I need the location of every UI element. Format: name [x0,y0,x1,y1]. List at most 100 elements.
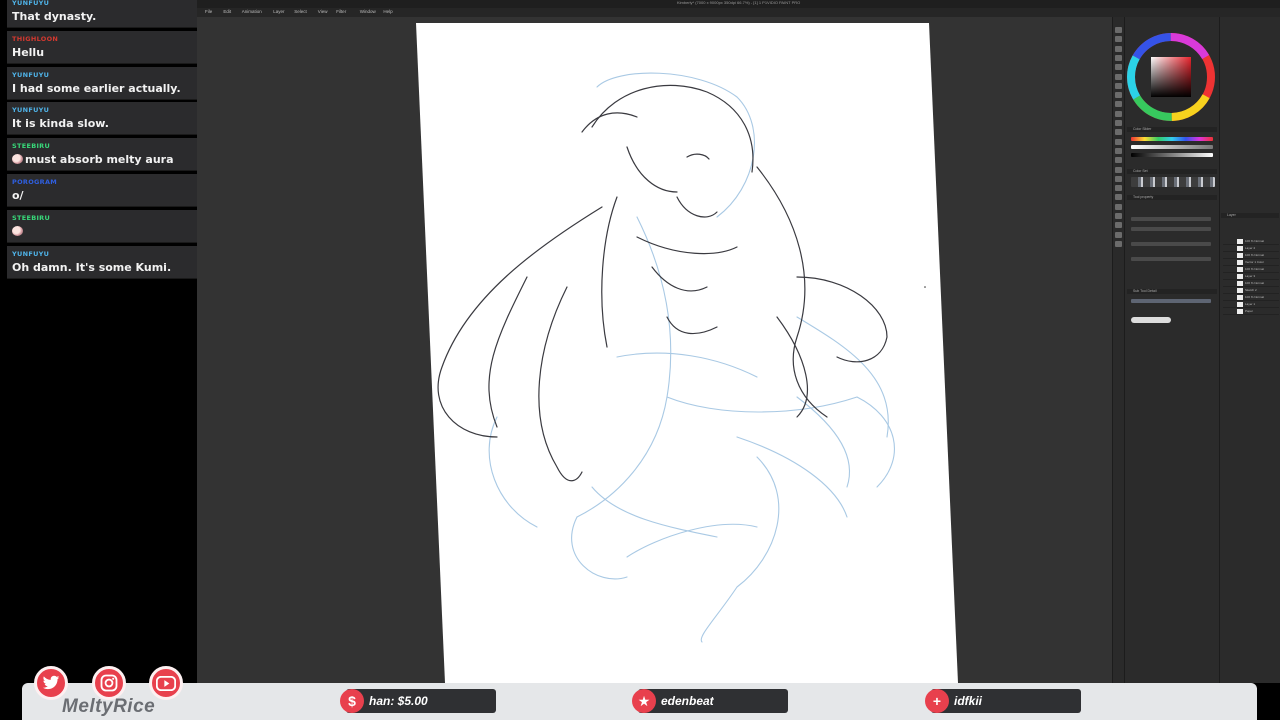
menu-item-edit[interactable]: Edit [223,9,231,14]
chat-text: I had some earlier actually. [12,81,181,95]
canvas-sketch[interactable] [197,17,1112,683]
saturation-slider[interactable] [1131,145,1213,149]
tool-button-icon[interactable] [1115,194,1122,201]
tool-button-icon[interactable] [1115,54,1122,61]
donation-label: han: $5.00 [369,694,428,708]
layer-row[interactable]: 100 % Normal [1223,239,1279,245]
instagram-button[interactable] [92,666,126,700]
menu-item-file[interactable]: File [205,9,212,14]
chat-emote-icon [12,154,23,165]
user-plus-icon: + [925,689,949,713]
layer-row[interactable]: Layer 3 [1223,274,1279,280]
tool-button-icon[interactable] [1115,27,1122,33]
layer-name: 100 % Normal [1245,253,1265,257]
layer-thumbnail [1237,260,1243,265]
menu-item-animation[interactable]: Animation [242,9,262,14]
sub-tool-selected[interactable] [1131,299,1211,303]
layer-thumbnail [1237,281,1243,286]
layer-panel-header: Layer [1221,213,1279,218]
layer-row[interactable]: 100 % Normal [1223,253,1279,259]
layer-name: Layer 1 [1245,302,1256,306]
chat-username: YUNFUYU [12,249,50,258]
menu-item-view[interactable]: View [318,9,328,14]
tool-button-icon[interactable] [1115,222,1122,229]
chat-username: THIGHLOON [12,34,59,43]
menu-item-help[interactable]: Help [383,9,392,14]
sub-tool-header: Sub Tool Detail [1127,289,1217,294]
layer-name: Layer 4 [1245,246,1256,250]
tool-button-icon[interactable] [1115,185,1122,192]
tool-button-icon[interactable] [1115,110,1122,117]
chat-text: Hellu [12,45,45,59]
tool-button-icon[interactable] [1115,36,1122,43]
layer-name: 100 % Normal [1245,295,1265,299]
layer-thumbnail [1237,267,1243,272]
layer-row[interactable]: Layer 1 [1223,302,1279,308]
chat-panel: YUNFUYU That dynasty. THIGHLOON Hellu YUNFUY… [0,0,279,720]
layer-row[interactable]: Layer 4 [1223,246,1279,252]
property-row[interactable] [1131,217,1211,221]
menu-item-layer[interactable]: Layer [273,9,284,14]
tool-button-icon[interactable] [1115,138,1122,145]
layer-panel: Layer 100 % Normal Layer 4 100 % Normal Vec… [1219,17,1280,683]
tool-button-icon[interactable] [1115,82,1122,89]
tool-button-icon[interactable] [1115,157,1122,164]
tool-button-icon[interactable] [1115,213,1122,219]
tool-button-icon[interactable] [1115,203,1122,210]
layer-row[interactable]: Paper [1223,309,1279,315]
tool-button-icon[interactable] [1115,120,1122,126]
dollar-icon: $ [340,689,364,713]
tool-button-icon[interactable] [1115,64,1122,71]
menu-item-window[interactable]: Window [360,9,376,14]
color-set-header: Color Set [1127,169,1217,174]
tool-button-icon[interactable] [1115,240,1122,247]
chat-username: STEEBIRU [12,142,51,151]
property-row[interactable] [1131,227,1211,231]
color-set-swatches[interactable] [1131,177,1215,187]
property-row[interactable] [1131,242,1211,246]
youtube-button[interactable] [149,666,183,700]
chat-username: STEEBIRU [12,213,51,222]
layer-name: 100 % Normal [1245,281,1265,285]
property-row[interactable] [1131,257,1211,261]
chat-username: YUNFUYU [12,0,50,7]
tool-button-icon[interactable] [1115,73,1122,80]
chat-username: POROGRAM [12,178,58,186]
chat-text: It is kinda slow. [12,117,109,131]
tool-button-icon[interactable] [1115,231,1122,238]
layer-thumbnail [1237,295,1243,300]
twitter-button[interactable] [34,666,68,700]
tool-button-icon[interactable] [1115,92,1122,99]
color-wheel[interactable] [1125,22,1220,122]
layer-row[interactable]: 100 % Normal [1223,267,1279,273]
tool-button-icon[interactable] [1115,147,1122,154]
follower-label: edenbeat [661,694,714,708]
brush-stroke-preview [1131,317,1171,323]
tool-button-icon[interactable] [1115,101,1122,108]
channel-brand: MeltyRice [62,696,156,717]
menu-item-filter[interactable]: Filter [336,9,346,14]
layer-thumbnail [1237,246,1243,251]
subscriber-alert: + idfkii [925,689,1081,713]
layer-thumbnail [1237,288,1243,293]
layer-thumbnail [1237,274,1243,279]
chat-emote-icon [12,225,23,236]
chat-username: YUNFUYU [12,70,50,79]
tool-button-icon[interactable] [1115,129,1122,136]
star-icon: ★ [632,689,656,713]
layer-name: 100 % Normal [1245,267,1265,271]
layer-row[interactable]: Vector 1 Color [1223,260,1279,266]
canvas-area[interactable] [197,17,1112,683]
tool-button-icon[interactable] [1115,166,1122,173]
value-slider[interactable] [1131,153,1213,157]
layer-row[interactable]: 100 % Normal [1223,295,1279,301]
clip-studio-window: Kimberly* (7000 x 9000px 350dpi 66.7%) -… [197,0,1280,683]
twitter-icon [42,675,60,690]
hue-slider[interactable] [1131,137,1213,141]
layer-row[interactable]: 100 % Normal [1223,281,1279,287]
tool-button-icon[interactable] [1115,45,1122,52]
tool-button-icon[interactable] [1115,175,1122,182]
layer-row[interactable]: Sketch 2 [1223,288,1279,294]
instagram-icon [100,674,118,692]
menu-item-select[interactable]: Select [294,9,307,14]
